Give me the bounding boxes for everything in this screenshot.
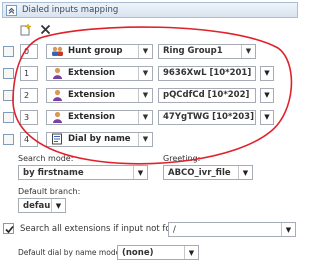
dial-by-name-mode-value: (none) (122, 247, 154, 258)
search-mode-value: by firstname (23, 167, 84, 178)
type-label: Extension (68, 112, 116, 122)
type-select[interactable]: Hunt group ▼ (46, 43, 153, 59)
mapping-row: 3 Extension ▼ 47YgTWG [10*203] ▼ (3, 109, 274, 125)
target-label: 47YgTWG [10*203] (163, 112, 254, 122)
row-checkbox[interactable] (3, 89, 14, 101)
mapping-row: 0 Hunt group ▼ Ring Group1 ▼ (3, 43, 260, 59)
chevron-down-icon[interactable]: ▼ (138, 66, 152, 80)
greeting-label: Greeting: (163, 154, 201, 163)
dial-by-name-icon (50, 133, 64, 146)
greeting-select[interactable]: ABCO_ivr_file ▼ (163, 165, 253, 180)
row-checkbox[interactable] (3, 45, 14, 57)
delete-row-icon[interactable] (38, 22, 52, 36)
chevron-down-icon[interactable]: ▼ (138, 110, 152, 124)
target-select[interactable]: 9636XwL [10*201] (158, 65, 256, 81)
mapping-row: 4 Dial by name ▼ (3, 131, 158, 147)
input-number-field[interactable]: 4 (20, 131, 38, 147)
mapping-row: 1 Extension ▼ 9636XwL [10*201] ▼ (3, 65, 274, 81)
search-all-target-value: / (173, 224, 176, 235)
default-branch-value: default (23, 200, 51, 211)
chevron-down-icon[interactable]: ▼ (138, 132, 152, 146)
target-label: Ring Group1 (163, 46, 223, 56)
default-branch-label: Default branch: (18, 187, 81, 196)
user-icon (50, 89, 64, 102)
user-icon (50, 67, 64, 80)
chevron-down-icon[interactable]: ▼ (184, 246, 198, 259)
type-select[interactable]: Extension ▼ (46, 65, 153, 81)
input-number-field[interactable]: 3 (20, 109, 38, 125)
target-select[interactable]: pQCdfCd [10*202] (158, 87, 256, 103)
target-select[interactable]: Ring Group1 ▼ (158, 43, 256, 59)
greeting-value: ABCO_ivr_file (168, 167, 231, 178)
chevron-down-icon[interactable]: ▼ (138, 88, 152, 102)
panel-header: Dialed inputs mapping (2, 2, 298, 18)
search-all-target-select[interactable]: / ▼ (168, 222, 296, 237)
target-label: 9636XwL [10*201] (163, 68, 252, 78)
dial-by-name-mode-select[interactable]: (none) ▼ (117, 245, 199, 260)
group-icon (50, 45, 64, 58)
target-dropdown-button[interactable]: ▼ (260, 65, 274, 81)
default-branch-select[interactable]: default ▼ (18, 198, 66, 213)
search-mode-select[interactable]: by firstname ▼ (18, 165, 148, 180)
add-row-icon[interactable] (18, 22, 32, 36)
chevron-down-icon[interactable]: ▼ (138, 44, 152, 58)
chevron-down-icon[interactable]: ▼ (51, 199, 65, 212)
type-label: Dial by name (68, 134, 131, 144)
target-dropdown-button[interactable]: ▼ (260, 109, 274, 125)
row-checkbox[interactable] (3, 67, 14, 79)
chevron-down-icon[interactable]: ▼ (281, 223, 295, 236)
input-number-field[interactable]: 1 (20, 65, 38, 81)
row-checkbox[interactable] (3, 133, 14, 145)
search-all-label: Search all extensions if input not found… (20, 223, 190, 234)
type-label: Extension (68, 90, 116, 100)
search-mode-label: Search mode: (18, 154, 74, 163)
chevron-up-icon (8, 7, 15, 14)
chevron-down-icon[interactable]: ▼ (133, 166, 147, 179)
type-select[interactable]: Extension ▼ (46, 109, 153, 125)
mapping-row: 2 Extension ▼ pQCdfCd [10*202] ▼ (3, 87, 274, 103)
input-number-field[interactable]: 2 (20, 87, 38, 103)
user-icon (50, 111, 64, 124)
toolbar (18, 22, 52, 36)
row-checkbox[interactable] (3, 111, 14, 123)
type-select[interactable]: Extension ▼ (46, 87, 153, 103)
chevron-down-icon[interactable]: ▼ (238, 166, 252, 179)
type-select[interactable]: Dial by name ▼ (46, 131, 153, 147)
search-all-checkbox[interactable] (3, 223, 14, 234)
target-select[interactable]: 47YgTWG [10*203] (158, 109, 256, 125)
type-label: Hunt group (68, 46, 123, 56)
search-all-row: Search all extensions if input not found… (3, 223, 196, 234)
collapse-button[interactable] (6, 4, 17, 16)
target-label: pQCdfCd [10*202] (163, 90, 250, 100)
panel-title: Dialed inputs mapping (22, 5, 119, 15)
target-dropdown-button[interactable]: ▼ (260, 87, 274, 103)
chevron-down-icon[interactable]: ▼ (241, 44, 255, 58)
checkmark-icon (5, 225, 14, 234)
type-label: Extension (68, 68, 116, 78)
input-number-field[interactable]: 0 (20, 43, 38, 59)
dial-by-name-mode-label: Default dial by name mode: (18, 248, 123, 257)
